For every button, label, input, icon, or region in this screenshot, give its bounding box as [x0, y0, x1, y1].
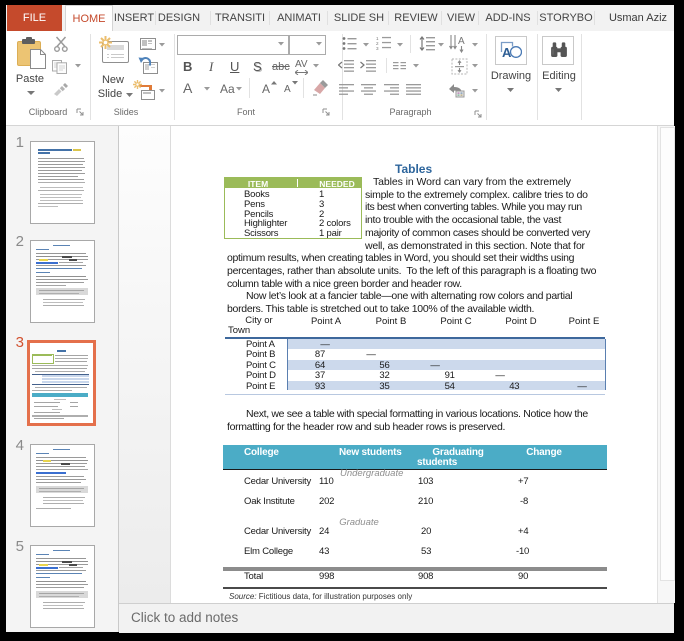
- svg-text:A: A: [458, 36, 465, 47]
- svg-text:A: A: [502, 45, 512, 59]
- svg-text:3: 3: [376, 46, 379, 51]
